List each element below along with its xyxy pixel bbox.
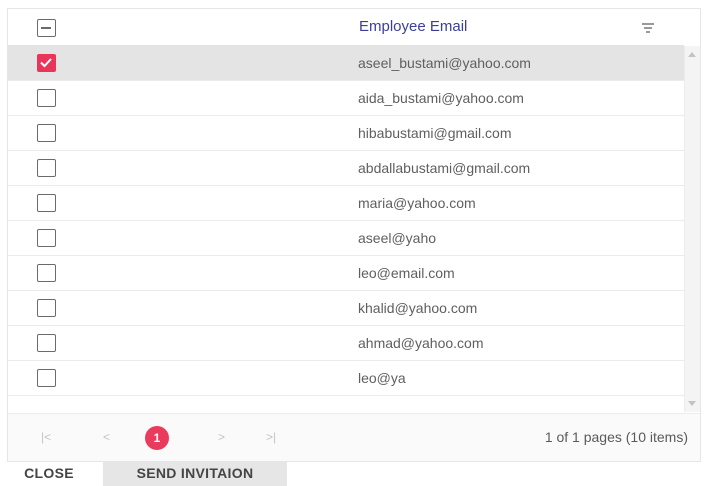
table-row[interactable]: abdallabustami@gmail.com (8, 151, 684, 186)
row-checkbox[interactable] (37, 229, 56, 247)
employee-email: hibabustami@gmail.com (358, 125, 512, 141)
pager-info: 1 of 1 pages (10 items) (544, 429, 688, 445)
table-row[interactable]: khalid@yahoo.com (8, 291, 684, 326)
scroll-up-icon[interactable] (688, 52, 696, 57)
employee-grid: Employee Email aseel_bustami@yahoo.com a… (7, 8, 701, 462)
table-row[interactable]: hibabustami@gmail.com (8, 116, 684, 151)
prev-page-button[interactable]: < (103, 430, 110, 444)
table-row[interactable]: maria@yahoo.com (8, 186, 684, 221)
grid-rows: aseel_bustami@yahoo.com aida_bustami@yah… (8, 46, 684, 396)
employee-email: aida_bustami@yahoo.com (358, 90, 524, 106)
select-all-checkbox[interactable] (37, 19, 56, 37)
employee-email: leo@ya (358, 370, 406, 386)
employee-email: leo@email.com (358, 265, 455, 281)
table-row[interactable]: aida_bustami@yahoo.com (8, 81, 684, 116)
send-invitation-button[interactable]: SEND INVITAION (103, 461, 287, 486)
grid-header: Employee Email (8, 9, 684, 46)
next-page-button[interactable]: > (218, 430, 225, 444)
table-row[interactable]: ahmad@yahoo.com (8, 326, 684, 361)
scroll-down-icon[interactable] (688, 401, 696, 406)
row-checkbox[interactable] (37, 264, 56, 282)
page-number-button[interactable]: 1 (145, 426, 169, 450)
row-checkbox[interactable] (37, 299, 56, 317)
table-row[interactable]: leo@email.com (8, 256, 684, 291)
check-icon (40, 58, 52, 68)
employee-email: maria@yahoo.com (358, 195, 476, 211)
last-page-button[interactable]: >| (266, 430, 276, 444)
vertical-scrollbar[interactable] (684, 46, 700, 412)
row-checkbox[interactable] (37, 89, 56, 107)
table-row[interactable]: aseel@yaho (8, 221, 684, 256)
row-checkbox[interactable] (37, 124, 56, 142)
column-header-email[interactable]: Employee Email (359, 18, 467, 35)
table-row[interactable]: leo@ya (8, 361, 684, 396)
employee-email: aseel_bustami@yahoo.com (358, 55, 531, 71)
first-page-button[interactable]: |< (41, 430, 51, 444)
pager: |< < 1 > >| 1 of 1 pages (10 items) (8, 413, 700, 461)
row-checkbox[interactable] (37, 194, 56, 212)
table-row[interactable]: aseel_bustami@yahoo.com (8, 46, 684, 81)
employee-email: ahmad@yahoo.com (358, 335, 484, 351)
row-checkbox[interactable] (37, 369, 56, 387)
row-checkbox[interactable] (37, 54, 56, 72)
filter-icon[interactable] (640, 23, 656, 35)
employee-email: khalid@yahoo.com (358, 300, 478, 316)
row-checkbox[interactable] (37, 159, 56, 177)
employee-email: aseel@yaho (358, 230, 437, 246)
row-checkbox[interactable] (37, 334, 56, 352)
close-button[interactable]: CLOSE (7, 461, 91, 486)
employee-email: abdallabustami@gmail.com (358, 160, 531, 176)
